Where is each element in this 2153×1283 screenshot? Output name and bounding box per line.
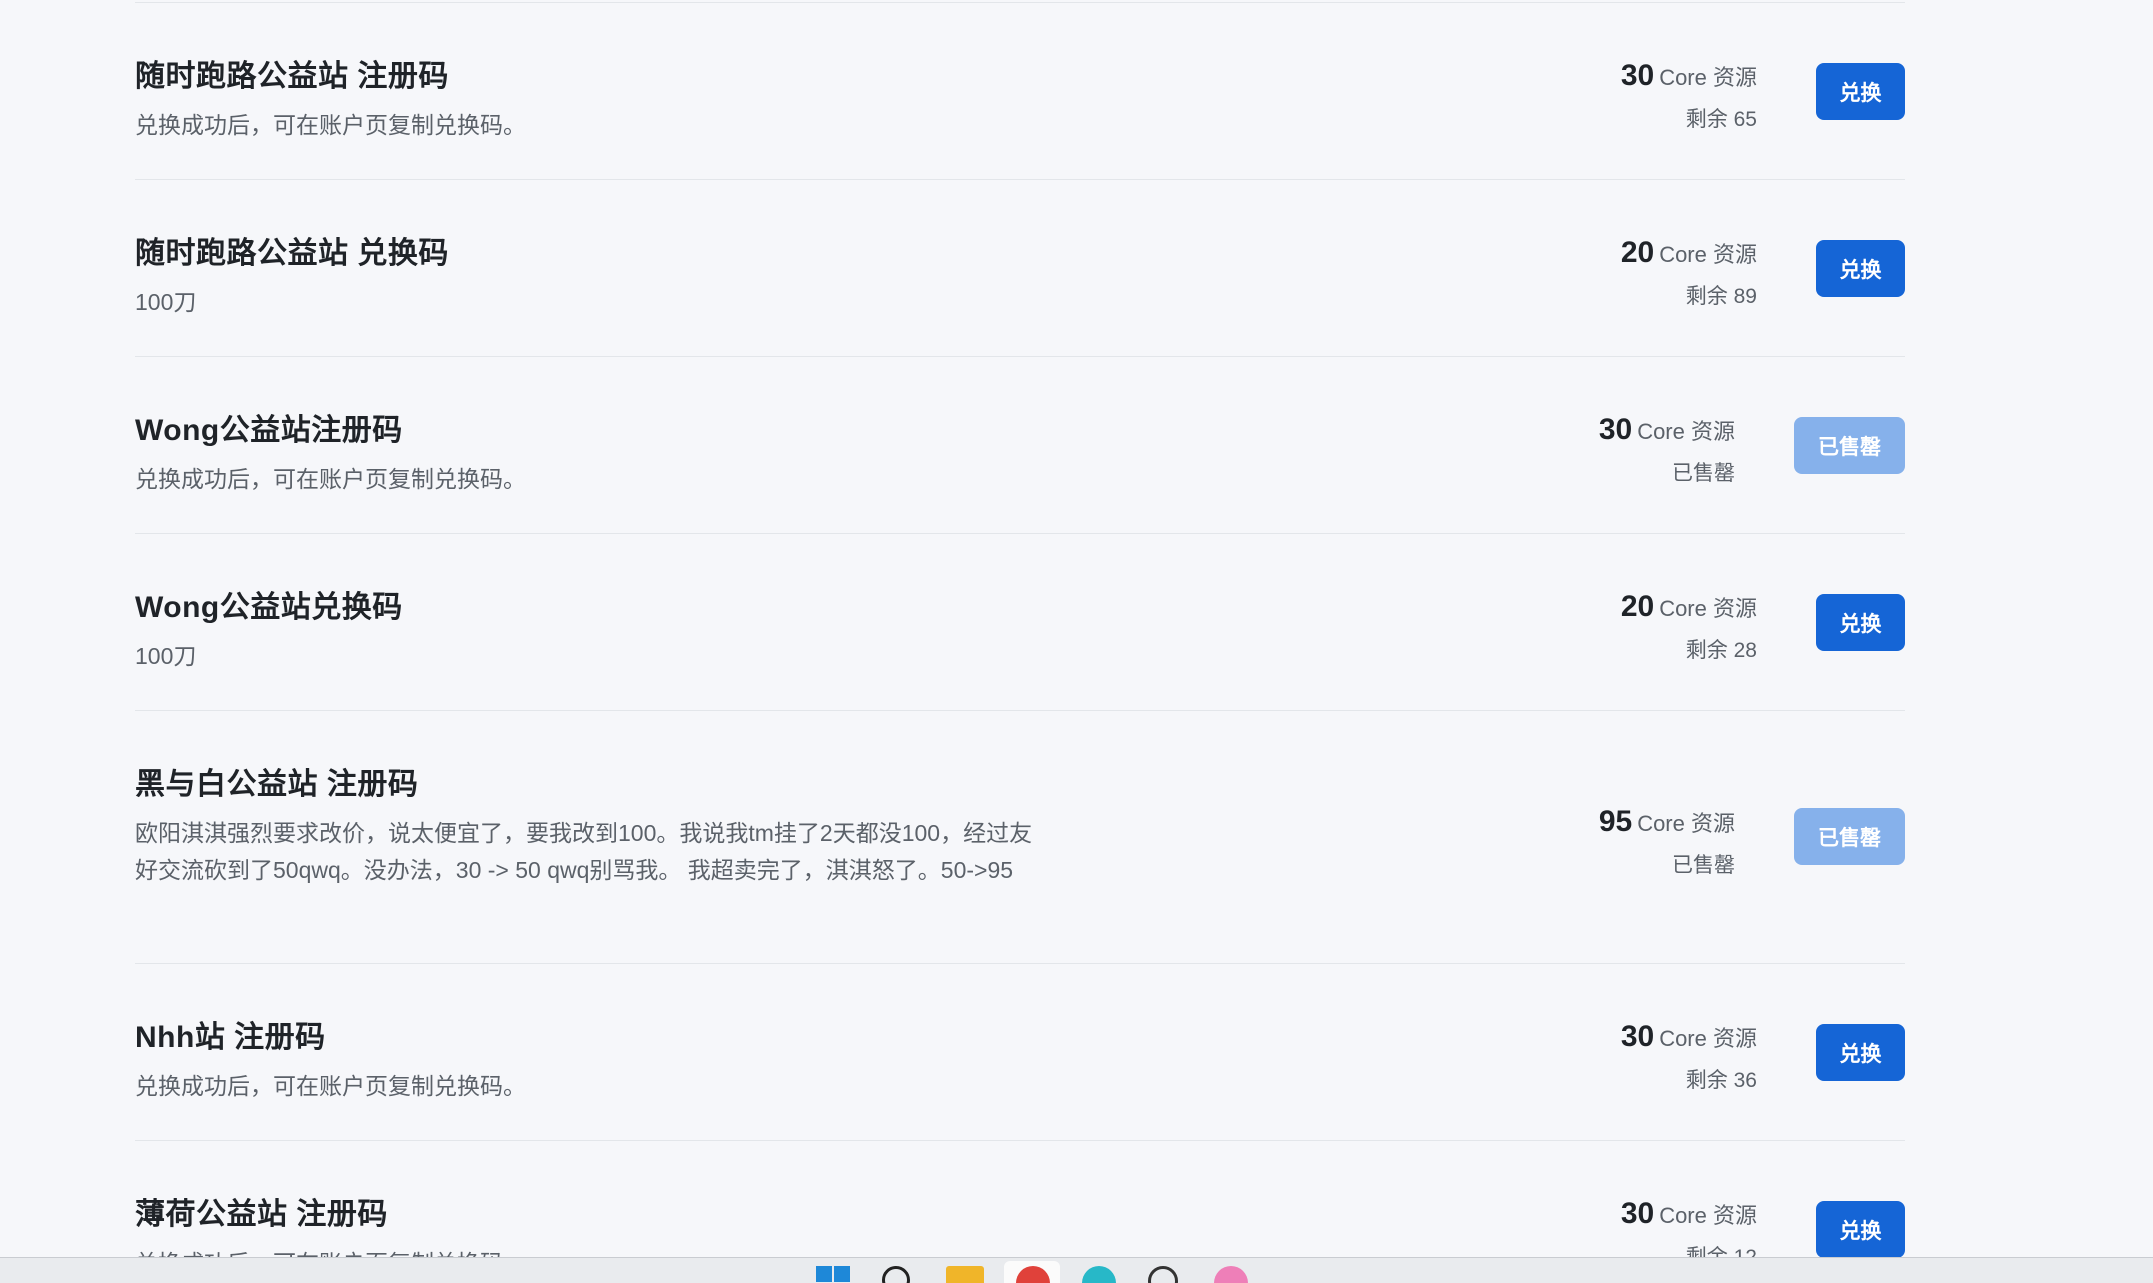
redeem-list: 随时跑路公益站 注册码 兑换成功后，可在账户页复制兑换码。 30 Core 资源 … [135,2,1905,1283]
redeem-button[interactable]: 兑换 [1816,240,1905,297]
windows-start-icon[interactable] [816,1266,850,1283]
taskbar [0,1257,2153,1283]
price-value: 30 [1598,413,1633,446]
item-title: Nhh站 注册码 [135,1021,326,1054]
price-line: 30 Core 资源 [1621,1020,1757,1054]
item-meta: 30 Core 资源 剩余 36 [1621,1020,1757,1094]
price-line: 30 Core 资源 [1621,59,1757,93]
sold-out-button[interactable]: 已售罄 [1794,808,1905,865]
item-description: 100刀 [135,643,197,669]
list-item: 随时跑路公益站 兑换码 100刀 20 Core 资源 剩余 89 兑换 [135,179,1905,356]
item-description: 欧阳淇淇强烈要求改价，说太便宜了，要我改到100。我说我tm挂了2天都没100，… [135,820,1033,883]
price-line: 30 Core 资源 [1599,413,1735,447]
stock-status: 剩余 36 [1685,1069,1757,1092]
pink-app-icon[interactable] [1214,1266,1248,1283]
item-meta: 30 Core 资源 已售罄 [1599,413,1735,487]
stock-status: 剩余 28 [1685,639,1757,662]
item-title: 黑与白公益站 注册码 [135,768,419,801]
item-description: 兑换成功后，可在账户页复制兑换码。 [135,1073,526,1099]
price-unit: Core 资源 [1659,65,1757,90]
item-meta: 20 Core 资源 剩余 28 [1621,590,1757,664]
item-title: 薄荷公益站 注册码 [135,1198,388,1231]
item-description: 100刀 [135,289,197,315]
item-description: 兑换成功后，可在账户页复制兑换码。 [135,112,526,138]
redeem-button[interactable]: 兑换 [1816,1024,1905,1081]
price-value: 95 [1598,805,1633,838]
price-line: 20 Core 资源 [1621,236,1757,270]
stock-status: 已售罄 [1672,854,1735,877]
price-unit: Core 资源 [1659,596,1757,621]
list-item: Wong公益站兑换码 100刀 20 Core 资源 剩余 28 兑换 [135,533,1905,710]
list-item: Wong公益站注册码 兑换成功后，可在账户页复制兑换码。 30 Core 资源 已… [135,356,1905,533]
page: 随时跑路公益站 注册码 兑换成功后，可在账户页复制兑换码。 30 Core 资源 … [0,0,2153,1283]
stock-status: 剩余 65 [1685,108,1757,131]
price-line: 95 Core 资源 [1599,805,1735,839]
item-meta: 20 Core 资源 剩余 89 [1621,236,1757,310]
list-item: 随时跑路公益站 注册码 兑换成功后，可在账户页复制兑换码。 30 Core 资源 … [135,2,1905,179]
sold-out-button[interactable]: 已售罄 [1794,417,1905,474]
stock-status: 已售罄 [1672,462,1735,485]
item-title: 随时跑路公益站 注册码 [135,60,449,93]
item-title: 随时跑路公益站 兑换码 [135,237,449,270]
stock-status: 剩余 89 [1685,285,1757,308]
item-title: Wong公益站注册码 [135,414,403,447]
redeem-button[interactable]: 兑换 [1816,63,1905,120]
list-item: Nhh站 注册码 兑换成功后，可在账户页复制兑换码。 30 Core 资源 剩余 … [135,963,1905,1140]
list-item: 黑与白公益站 注册码 欧阳淇淇强烈要求改价，说太便宜了，要我改到100。我说我t… [135,710,1905,963]
search-icon[interactable] [882,1266,910,1283]
item-meta: 95 Core 资源 已售罄 [1599,805,1735,879]
price-value: 30 [1620,1197,1655,1230]
price-value: 20 [1620,236,1655,269]
price-unit: Core 资源 [1659,242,1757,267]
price-line: 30 Core 资源 [1621,1197,1757,1231]
price-unit: Core 资源 [1659,1026,1757,1051]
price-unit: Core 资源 [1659,1203,1757,1228]
redeem-button[interactable]: 兑换 [1816,594,1905,651]
item-description: 兑换成功后，可在账户页复制兑换码。 [135,466,526,492]
price-value: 30 [1620,1020,1655,1053]
price-value: 20 [1620,590,1655,623]
price-line: 20 Core 资源 [1621,590,1757,624]
ai-assistant-icon[interactable] [1148,1266,1178,1283]
item-meta: 30 Core 资源 剩余 65 [1621,59,1757,133]
price-unit: Core 资源 [1637,811,1735,836]
file-explorer-icon[interactable] [946,1266,984,1283]
item-title: Wong公益站兑换码 [135,591,403,624]
price-unit: Core 资源 [1637,419,1735,444]
redeem-button[interactable]: 兑换 [1816,1201,1905,1258]
price-value: 30 [1620,59,1655,92]
teal-app-icon[interactable] [1082,1266,1116,1283]
